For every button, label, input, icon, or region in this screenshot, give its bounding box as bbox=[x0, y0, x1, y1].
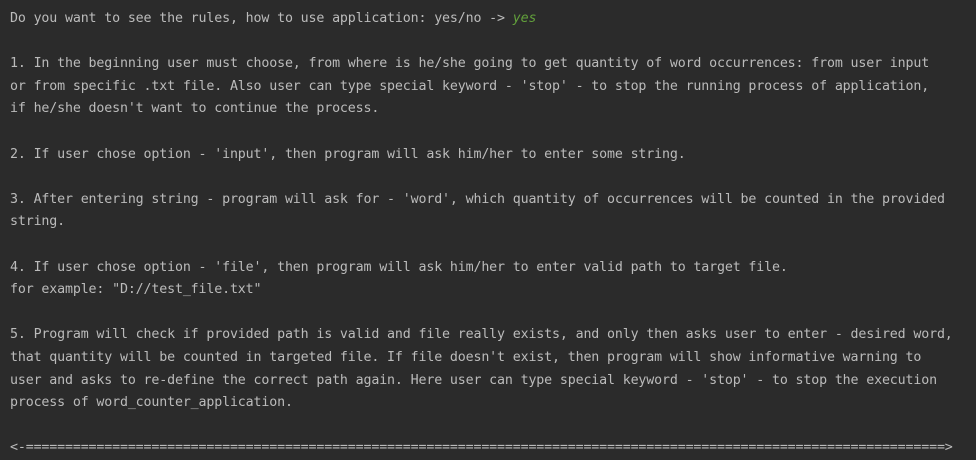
rule-1-line-2: or from specific .txt file. Also user ca… bbox=[10, 78, 930, 94]
rule-5-line-4: process of word_counter_application. bbox=[10, 395, 293, 411]
rule-5-line-1: 5. Program will check if provided path i… bbox=[10, 327, 953, 343]
rules-prompt: Do you want to see the rules, how to use… bbox=[10, 11, 513, 26]
console-output[interactable]: Do you want to see the rules, how to use… bbox=[0, 0, 976, 455]
user-answer: yes bbox=[512, 11, 537, 26]
rule-3-line-1: 3. After entering string - program will … bbox=[10, 191, 945, 207]
rule-1-line-3: if he/she doesn't want to continue the p… bbox=[10, 101, 380, 117]
rule-4-line-1: 4. If user chose option - 'file', then p… bbox=[10, 259, 788, 275]
rule-3-line-2: string. bbox=[10, 214, 65, 230]
rule-1-line-1: 1. In the beginning user must choose, fr… bbox=[10, 56, 930, 72]
rule-5-line-3: user and asks to re-define the correct p… bbox=[10, 372, 937, 388]
rules-prompt-line: Do you want to see the rules, how to use… bbox=[10, 8, 976, 31]
rule-4-line-2: for example: "D://test_file.txt" bbox=[10, 282, 262, 298]
rule-5-line-2: that quantity will be counted in targete… bbox=[10, 349, 922, 365]
rule-2-line-1: 2. If user chose option - 'input', then … bbox=[10, 146, 686, 162]
